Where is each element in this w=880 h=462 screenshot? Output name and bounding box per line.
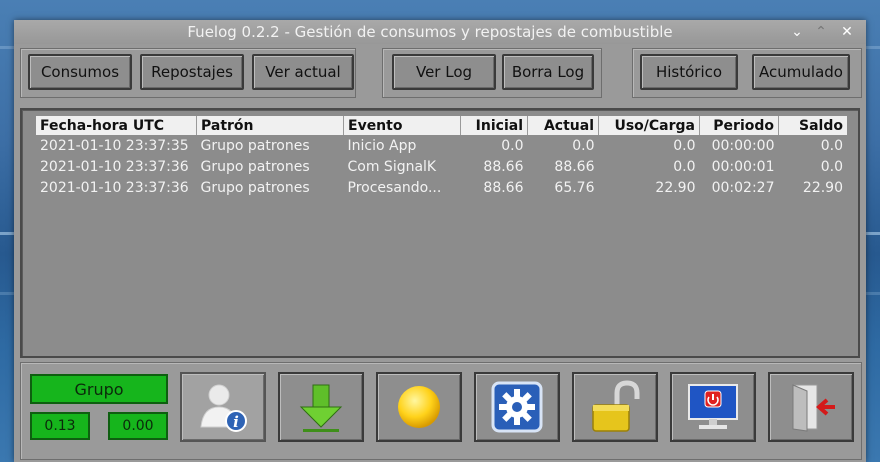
ver-log-button[interactable]: Ver Log (392, 54, 496, 90)
unlock-button[interactable] (572, 372, 658, 442)
col-actual[interactable]: Actual (527, 116, 599, 135)
table-row[interactable]: 2021-01-10 23:37:36 Grupo patrones Com S… (36, 156, 847, 177)
exit-button[interactable] (768, 372, 854, 442)
consumos-button[interactable]: Consumos (28, 54, 132, 90)
exit-door-icon (792, 384, 835, 432)
cell-fecha: 2021-01-10 23:37:36 (40, 158, 189, 175)
cell-patron: Grupo patrones (200, 158, 310, 175)
unlocked-padlock-icon (592, 380, 640, 432)
cell-inicial: 88.66 (483, 158, 524, 175)
cell-inicial: 88.66 (483, 179, 524, 196)
repostajes-button[interactable]: Repostajes (140, 54, 244, 90)
maximize-icon[interactable]: ⌃ (810, 20, 832, 44)
col-patron[interactable]: Patrón (196, 116, 344, 135)
download-arrow-icon (299, 384, 343, 432)
cell-periodo: 00:00:00 (711, 137, 775, 154)
acumulado-button[interactable]: Acumulado (752, 54, 850, 90)
svg-text:i: i (233, 413, 239, 431)
cell-evento: Inicio App (347, 137, 417, 154)
col-evento[interactable]: Evento (343, 116, 461, 135)
col-uso-carga[interactable]: Uso/Carga (598, 116, 700, 135)
settings-button[interactable] (474, 372, 560, 442)
group-label: Grupo (30, 374, 168, 404)
window-title: Fuelog 0.2.2 - Gestión de consumos y rep… (187, 23, 673, 41)
value-left-display: 0.13 (30, 412, 90, 440)
shutdown-button[interactable] (670, 372, 756, 442)
col-periodo[interactable]: Periodo (699, 116, 779, 135)
borra-log-button[interactable]: Borra Log (502, 54, 594, 90)
table-row[interactable]: 2021-01-10 23:37:36 Grupo patrones Proce… (36, 177, 847, 198)
cell-uso-carga: 22.90 (655, 179, 696, 196)
minimize-icon[interactable]: ⌄ (786, 20, 808, 44)
cell-evento: Com SignalK (347, 158, 437, 175)
cell-inicial: 0.0 (501, 137, 524, 154)
close-icon[interactable]: ✕ (836, 20, 858, 44)
col-saldo[interactable]: Saldo (778, 116, 847, 135)
user-info-icon: i (200, 384, 247, 432)
cell-saldo: 0.0 (820, 158, 843, 175)
title-bar[interactable]: Fuelog 0.2.2 - Gestión de consumos y rep… (14, 20, 866, 44)
user-info-button[interactable]: i (180, 372, 266, 442)
log-header-row: Fecha-hora UTC Patrón Evento Inicial Act… (36, 116, 847, 135)
power-monitor-icon (688, 384, 738, 429)
ver-actual-button[interactable]: Ver actual (252, 54, 354, 90)
cell-actual: 0.0 (572, 137, 595, 154)
cell-periodo: 00:02:27 (711, 179, 775, 196)
cell-saldo: 22.90 (802, 179, 843, 196)
cell-uso-carga: 0.0 (673, 158, 696, 175)
cell-patron: Grupo patrones (200, 179, 310, 196)
value-right-display: 0.00 (108, 412, 168, 440)
cell-uso-carga: 0.0 (673, 137, 696, 154)
app-window: Fuelog 0.2.2 - Gestión de consumos y rep… (14, 20, 866, 462)
table-row[interactable]: 2021-01-10 23:37:35 Grupo patrones Inici… (36, 135, 847, 156)
log-panel[interactable]: Fecha-hora UTC Patrón Evento Inicial Act… (20, 108, 860, 358)
historico-button[interactable]: Histórico (640, 54, 738, 90)
cell-actual: 88.66 (554, 158, 595, 175)
cell-periodo: 00:00:01 (711, 158, 775, 175)
download-button[interactable] (278, 372, 364, 442)
cell-saldo: 0.0 (820, 137, 843, 154)
log-table: Fecha-hora UTC Patrón Evento Inicial Act… (36, 116, 847, 198)
cell-evento: Procesando... (347, 179, 442, 196)
settings-gear-icon (491, 381, 543, 433)
day-mode-button[interactable] (376, 372, 462, 442)
sun-icon (398, 386, 440, 428)
cell-fecha: 2021-01-10 23:37:36 (40, 179, 189, 196)
col-fecha-hora[interactable]: Fecha-hora UTC (36, 116, 197, 135)
col-inicial[interactable]: Inicial (460, 116, 528, 135)
cell-patron: Grupo patrones (200, 137, 310, 154)
cell-actual: 65.76 (554, 179, 595, 196)
cell-fecha: 2021-01-10 23:37:35 (40, 137, 189, 154)
